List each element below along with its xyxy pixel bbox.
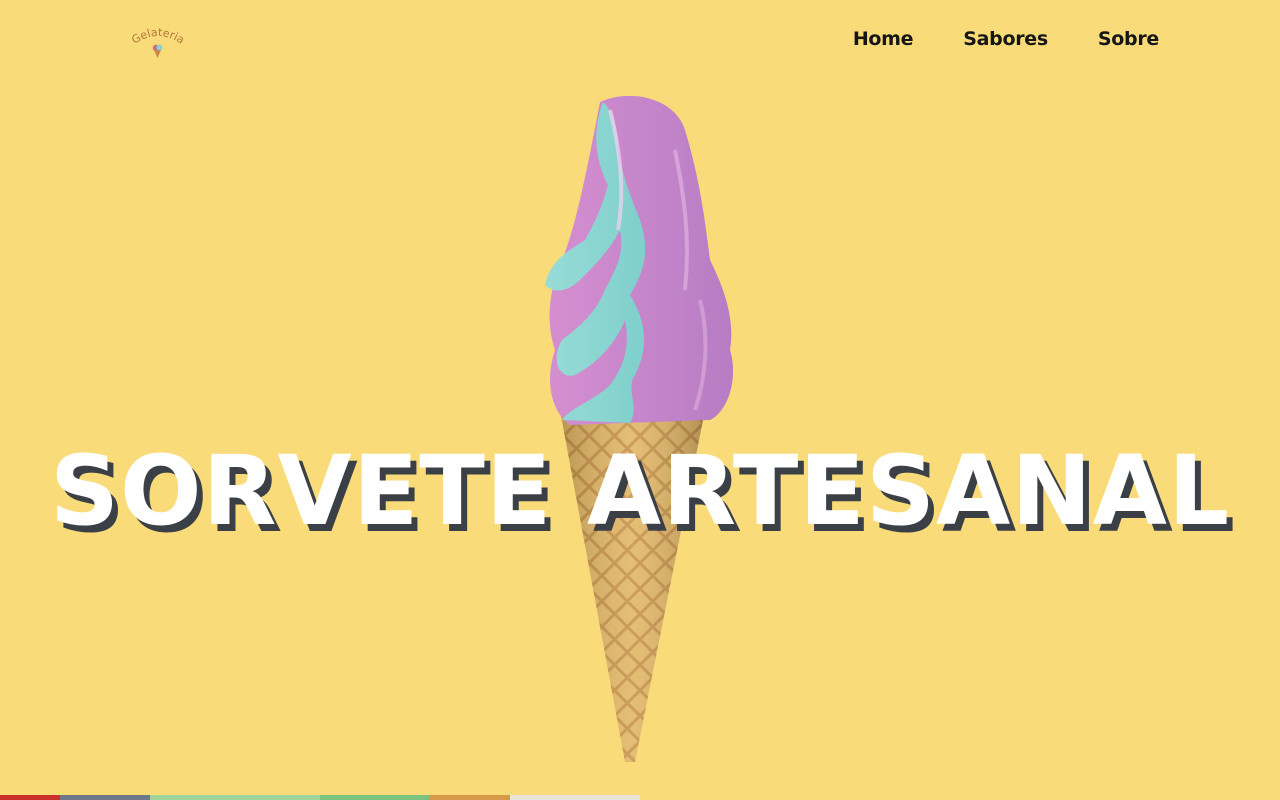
- logo-icon: Gelateria: [129, 26, 187, 58]
- next-section-preview: [0, 795, 640, 800]
- logo[interactable]: Gelateria: [128, 24, 188, 60]
- logo-text: Gelateria: [129, 26, 186, 47]
- nav-link-home[interactable]: Home: [853, 28, 914, 50]
- ice-cream-cone-image: [500, 90, 780, 770]
- nav-link-sabores[interactable]: Sabores: [963, 28, 1048, 50]
- landing-page: Gelateria Home Sabores Sobre SORVETE ART…: [0, 0, 1280, 800]
- main-nav: Home Sabores Sobre: [853, 28, 1159, 50]
- hero-title: SORVETE ARTESANAL: [49, 435, 1231, 548]
- nav-link-sobre[interactable]: Sobre: [1098, 28, 1159, 50]
